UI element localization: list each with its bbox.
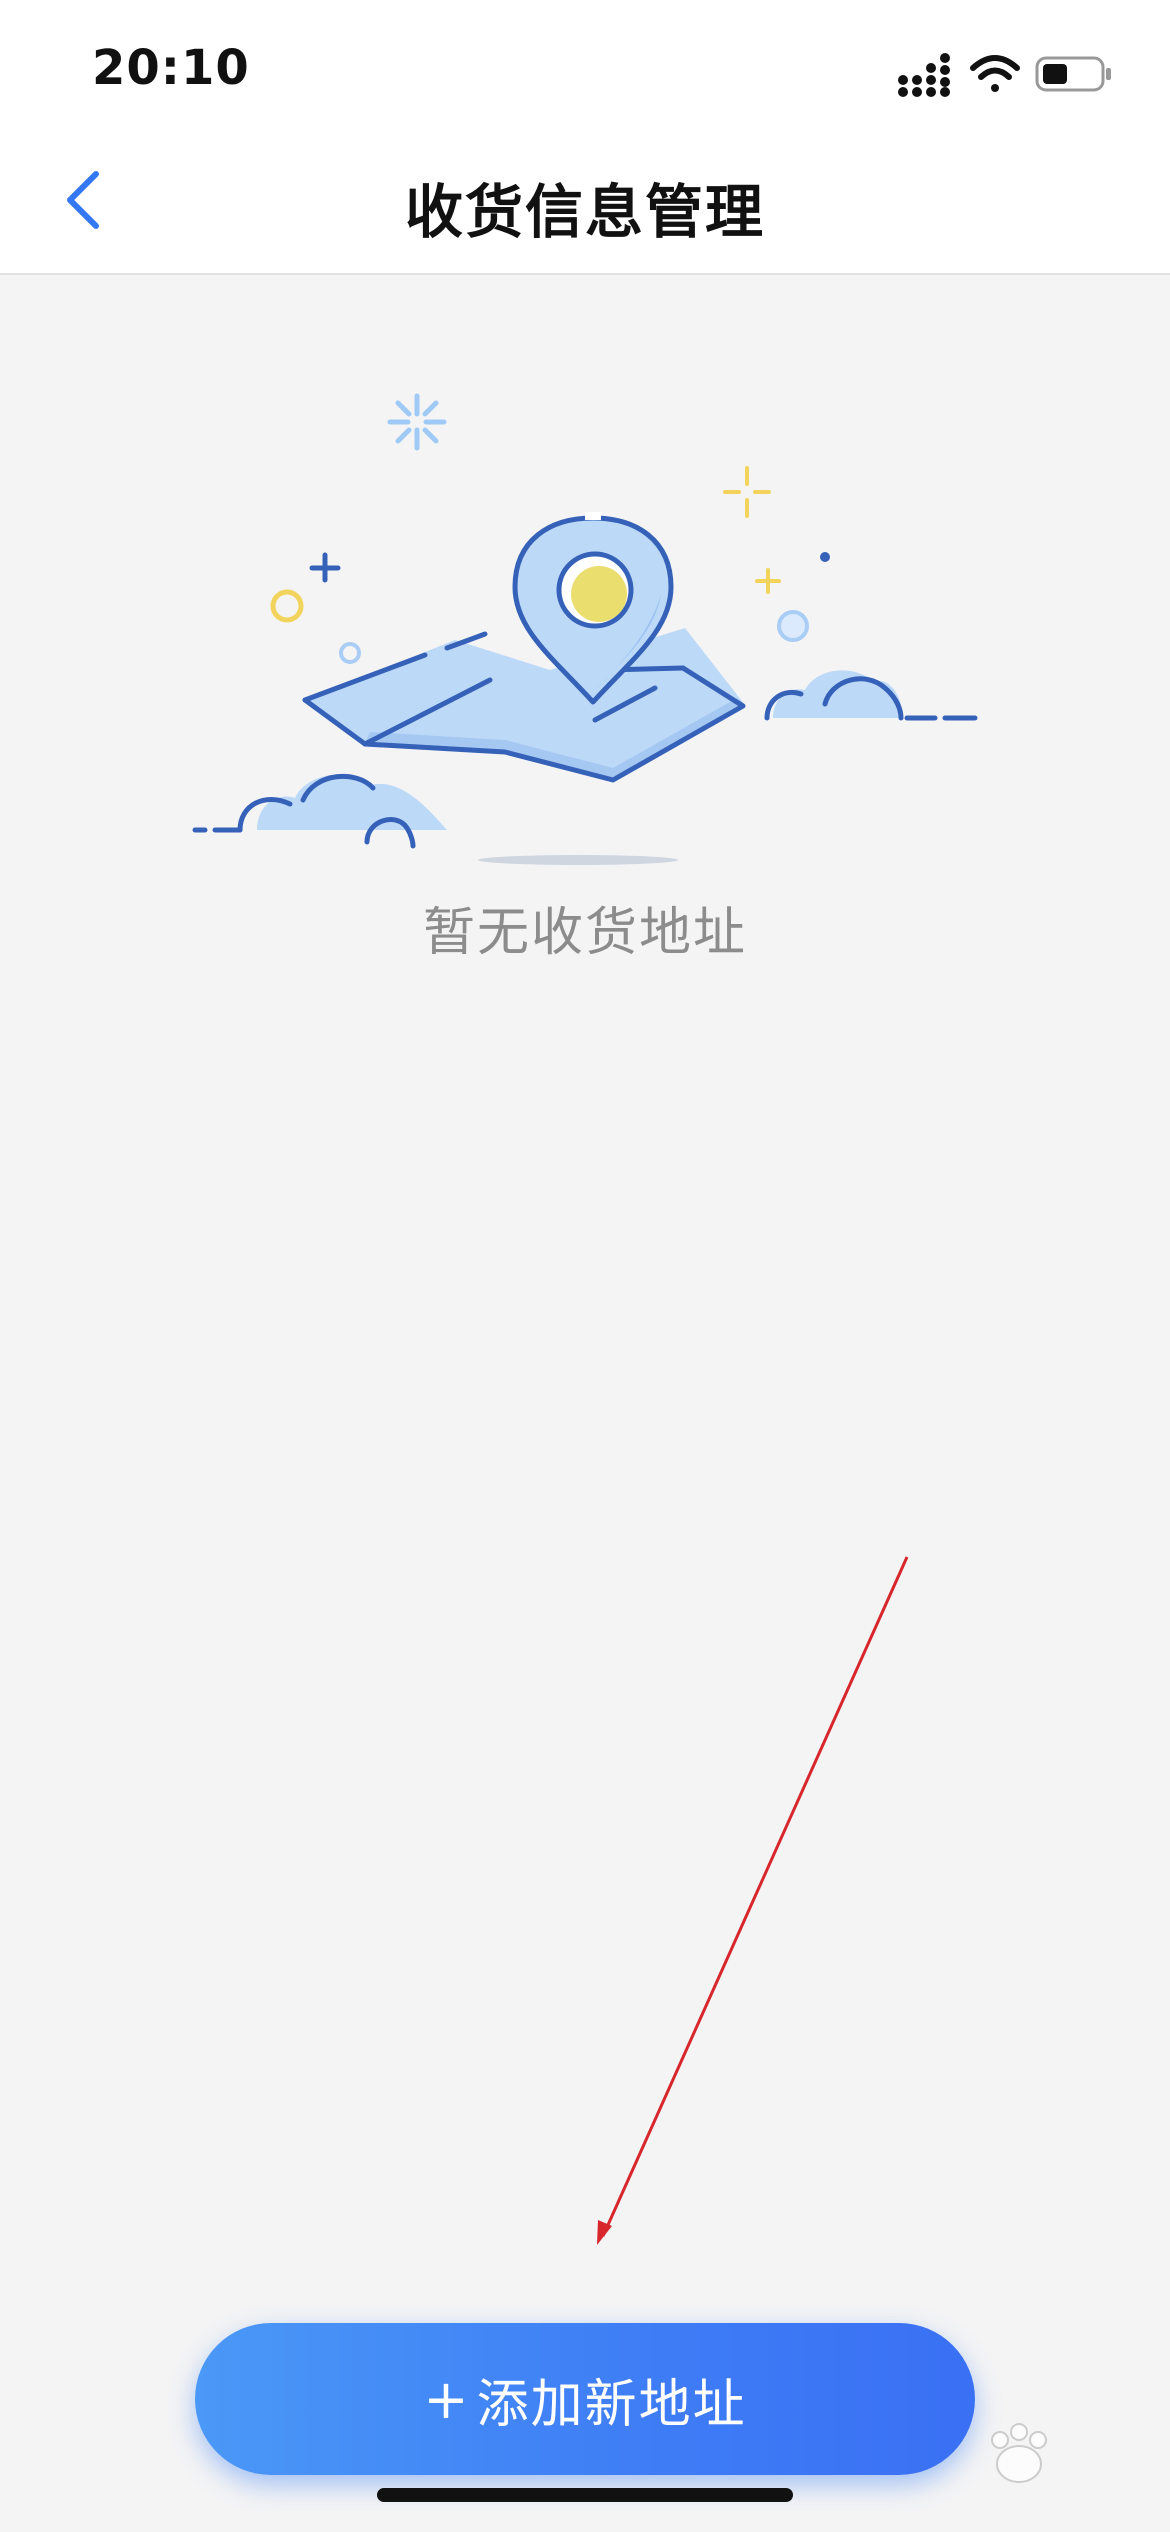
yellow-ring-icon	[270, 589, 304, 623]
status-icons	[898, 53, 1111, 97]
folded-map-icon	[302, 628, 746, 783]
plus-icon: +	[423, 2367, 471, 2431]
blue-ring-right-icon	[777, 610, 809, 642]
add-address-button[interactable]: + 添加新地址	[195, 2323, 975, 2475]
blue-ring-icon	[339, 642, 361, 664]
shadow-icon	[478, 855, 678, 865]
battery-icon	[1035, 56, 1111, 92]
plus-decoration-icon	[309, 552, 341, 583]
status-time: 20:10	[92, 40, 250, 96]
home-indicator	[377, 2488, 793, 2502]
nav-bar: 收货信息管理	[0, 130, 1170, 275]
watermark-logo	[991, 2423, 1047, 2483]
cloud-left-icon	[192, 773, 447, 849]
cloud-right-icon	[764, 670, 978, 721]
map-location-pin-illustration	[192, 393, 978, 865]
page-title: 收货信息管理	[404, 178, 765, 246]
cellular-signal-icon	[898, 53, 950, 97]
dot-icon	[820, 552, 830, 562]
add-address-label: 添加新地址	[476, 2374, 747, 2435]
sparkle-icon	[387, 393, 447, 451]
yellow-sparkle-icon	[723, 466, 781, 594]
empty-state-message: 暂无收货地址	[422, 903, 747, 963]
status-bar: 20:10	[0, 0, 1170, 130]
wifi-icon	[970, 55, 1020, 92]
